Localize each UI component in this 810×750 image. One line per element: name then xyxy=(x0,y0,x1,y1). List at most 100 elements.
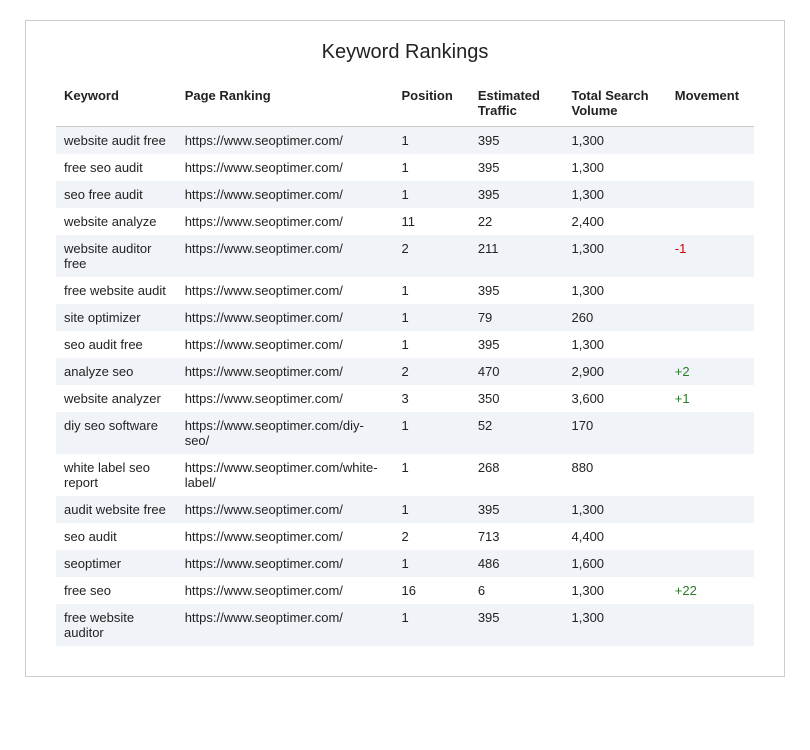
cell-estimated_traffic: 713 xyxy=(470,523,564,550)
cell-position: 1 xyxy=(393,550,469,577)
cell-page_ranking: https://www.seoptimer.com/ xyxy=(177,208,394,235)
cell-total_search_volume: 1,300 xyxy=(564,577,667,604)
cell-estimated_traffic: 395 xyxy=(470,154,564,181)
cell-estimated_traffic: 22 xyxy=(470,208,564,235)
cell-page_ranking: https://www.seoptimer.com/white-label/ xyxy=(177,454,394,496)
table-row: website analyzerhttps://www.seoptimer.co… xyxy=(56,385,754,412)
cell-total_search_volume: 170 xyxy=(564,412,667,454)
cell-estimated_traffic: 268 xyxy=(470,454,564,496)
table-row: free seo audithttps://www.seoptimer.com/… xyxy=(56,154,754,181)
cell-total_search_volume: 1,300 xyxy=(564,154,667,181)
cell-page_ranking: https://www.seoptimer.com/ xyxy=(177,577,394,604)
cell-page_ranking: https://www.seoptimer.com/diy-seo/ xyxy=(177,412,394,454)
cell-estimated_traffic: 395 xyxy=(470,604,564,646)
cell-total_search_volume: 1,300 xyxy=(564,127,667,155)
cell-position: 2 xyxy=(393,523,469,550)
cell-keyword: seo free audit xyxy=(56,181,177,208)
cell-estimated_traffic: 79 xyxy=(470,304,564,331)
cell-position: 1 xyxy=(393,604,469,646)
cell-keyword: seoptimer xyxy=(56,550,177,577)
cell-estimated_traffic: 486 xyxy=(470,550,564,577)
cell-page_ranking: https://www.seoptimer.com/ xyxy=(177,304,394,331)
cell-estimated_traffic: 470 xyxy=(470,358,564,385)
cell-page_ranking: https://www.seoptimer.com/ xyxy=(177,496,394,523)
cell-total_search_volume: 1,300 xyxy=(564,181,667,208)
table-row: seo audithttps://www.seoptimer.com/27134… xyxy=(56,523,754,550)
cell-total_search_volume: 2,400 xyxy=(564,208,667,235)
cell-estimated_traffic: 52 xyxy=(470,412,564,454)
cell-movement xyxy=(667,154,754,181)
page-title: Keyword Rankings xyxy=(56,41,754,64)
cell-estimated_traffic: 395 xyxy=(470,127,564,155)
cell-movement xyxy=(667,304,754,331)
cell-total_search_volume: 1,300 xyxy=(564,277,667,304)
cell-total_search_volume: 4,400 xyxy=(564,523,667,550)
cell-position: 1 xyxy=(393,496,469,523)
cell-movement: +22 xyxy=(667,577,754,604)
cell-total_search_volume: 880 xyxy=(564,454,667,496)
table-header-row: Keyword Page Ranking Position Estimated … xyxy=(56,82,754,127)
cell-movement: -1 xyxy=(667,235,754,277)
cell-total_search_volume: 1,300 xyxy=(564,496,667,523)
cell-total_search_volume: 2,900 xyxy=(564,358,667,385)
col-header-position: Position xyxy=(393,82,469,127)
table-row: free website audithttps://www.seoptimer.… xyxy=(56,277,754,304)
table-row: analyze seohttps://www.seoptimer.com/247… xyxy=(56,358,754,385)
cell-page_ranking: https://www.seoptimer.com/ xyxy=(177,523,394,550)
table-row: free website auditorhttps://www.seoptime… xyxy=(56,604,754,646)
cell-total_search_volume: 1,300 xyxy=(564,331,667,358)
cell-keyword: white label seo report xyxy=(56,454,177,496)
cell-keyword: website analyzer xyxy=(56,385,177,412)
cell-position: 1 xyxy=(393,154,469,181)
cell-movement xyxy=(667,277,754,304)
cell-estimated_traffic: 395 xyxy=(470,277,564,304)
keyword-rankings-table: Keyword Page Ranking Position Estimated … xyxy=(56,82,754,646)
cell-keyword: free seo audit xyxy=(56,154,177,181)
cell-keyword: analyze seo xyxy=(56,358,177,385)
cell-page_ranking: https://www.seoptimer.com/ xyxy=(177,550,394,577)
cell-position: 1 xyxy=(393,304,469,331)
cell-estimated_traffic: 395 xyxy=(470,181,564,208)
cell-movement: +2 xyxy=(667,358,754,385)
table-row: seo audit freehttps://www.seoptimer.com/… xyxy=(56,331,754,358)
cell-movement xyxy=(667,127,754,155)
cell-movement xyxy=(667,523,754,550)
cell-movement xyxy=(667,181,754,208)
cell-total_search_volume: 1,300 xyxy=(564,604,667,646)
cell-position: 16 xyxy=(393,577,469,604)
cell-total_search_volume: 260 xyxy=(564,304,667,331)
cell-keyword: seo audit free xyxy=(56,331,177,358)
col-header-estimated-traffic: Estimated Traffic xyxy=(470,82,564,127)
cell-position: 1 xyxy=(393,454,469,496)
table-row: website auditor freehttps://www.seoptime… xyxy=(56,235,754,277)
cell-position: 2 xyxy=(393,358,469,385)
table-row: seoptimerhttps://www.seoptimer.com/14861… xyxy=(56,550,754,577)
table-row: diy seo softwarehttps://www.seoptimer.co… xyxy=(56,412,754,454)
cell-page_ranking: https://www.seoptimer.com/ xyxy=(177,235,394,277)
table-row: website analyzehttps://www.seoptimer.com… xyxy=(56,208,754,235)
cell-movement xyxy=(667,550,754,577)
cell-keyword: diy seo software xyxy=(56,412,177,454)
cell-movement xyxy=(667,208,754,235)
cell-estimated_traffic: 395 xyxy=(470,331,564,358)
cell-movement: +1 xyxy=(667,385,754,412)
cell-position: 2 xyxy=(393,235,469,277)
cell-position: 1 xyxy=(393,127,469,155)
cell-page_ranking: https://www.seoptimer.com/ xyxy=(177,331,394,358)
cell-page_ranking: https://www.seoptimer.com/ xyxy=(177,604,394,646)
cell-total_search_volume: 1,300 xyxy=(564,235,667,277)
table-row: seo free audithttps://www.seoptimer.com/… xyxy=(56,181,754,208)
cell-keyword: free website audit xyxy=(56,277,177,304)
cell-estimated_traffic: 6 xyxy=(470,577,564,604)
cell-position: 3 xyxy=(393,385,469,412)
cell-movement xyxy=(667,331,754,358)
table-row: free seohttps://www.seoptimer.com/1661,3… xyxy=(56,577,754,604)
cell-estimated_traffic: 211 xyxy=(470,235,564,277)
cell-position: 1 xyxy=(393,277,469,304)
cell-estimated_traffic: 350 xyxy=(470,385,564,412)
cell-keyword: website analyze xyxy=(56,208,177,235)
cell-total_search_volume: 1,600 xyxy=(564,550,667,577)
cell-page_ranking: https://www.seoptimer.com/ xyxy=(177,358,394,385)
cell-position: 11 xyxy=(393,208,469,235)
cell-movement xyxy=(667,604,754,646)
